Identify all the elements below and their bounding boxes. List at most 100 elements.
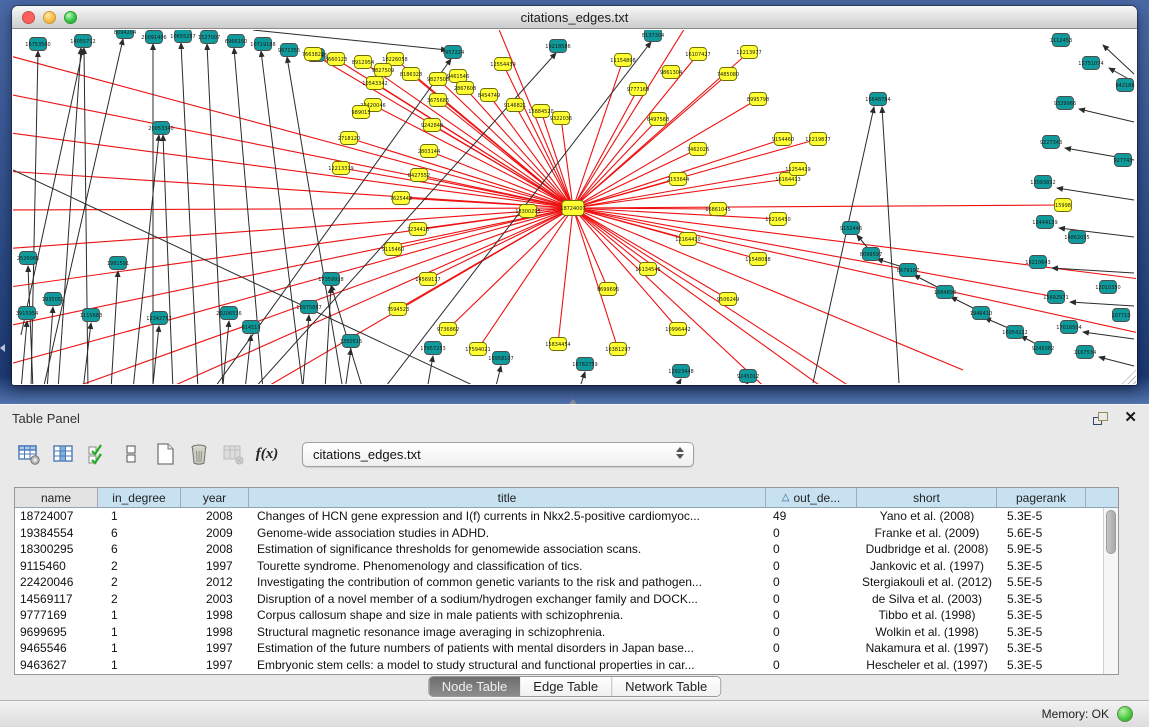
select-column-icon[interactable] bbox=[50, 441, 76, 467]
column-header-pagerank[interactable]: pagerank bbox=[997, 488, 1086, 507]
window-controls bbox=[22, 11, 77, 24]
red-edge bbox=[13, 50, 573, 208]
table-cell: 5.3E-5 bbox=[997, 657, 1086, 674]
minimize-window-icon[interactable] bbox=[43, 11, 56, 24]
black-edge bbox=[245, 335, 251, 384]
node-label: 16210643 bbox=[1025, 260, 1050, 266]
create-table-icon[interactable] bbox=[152, 441, 178, 467]
node-label: 7485080 bbox=[717, 72, 739, 78]
black-edge bbox=[223, 321, 229, 384]
table-row[interactable]: 1938455462009Genome-wide association stu… bbox=[15, 525, 1103, 542]
tab-edge-table[interactable]: Edge Table bbox=[520, 677, 611, 696]
table-row[interactable]: 1872400712008Changes of HCN gene express… bbox=[15, 508, 1103, 525]
black-edge bbox=[181, 43, 198, 384]
node-label: 1527007 bbox=[198, 35, 220, 41]
table-cell: 2009 bbox=[181, 525, 249, 542]
left-panel-splitter-arrow[interactable] bbox=[0, 344, 5, 352]
table-cell: 19384554 bbox=[15, 525, 98, 542]
node-label: 17957253 bbox=[420, 346, 445, 352]
vertical-scrollbar[interactable] bbox=[1103, 508, 1118, 674]
node-label: 7663822 bbox=[302, 52, 324, 58]
float-panel-icon[interactable] bbox=[1093, 412, 1108, 425]
node-label: 7234416 bbox=[407, 227, 429, 233]
node-label: 8427552 bbox=[408, 173, 430, 179]
tab-node-table[interactable]: Node Table bbox=[429, 677, 521, 696]
table-cell: Yano et al. (2008) bbox=[857, 508, 997, 525]
table-cell: Tourette syndrome. Phenomenology and cla… bbox=[249, 558, 766, 575]
node-label: 8099597 bbox=[860, 252, 882, 258]
node-label: 18300295 bbox=[515, 209, 540, 215]
node-label: 9242848 bbox=[421, 123, 443, 129]
node-label: 16782759 bbox=[572, 362, 597, 368]
table-row[interactable]: 2242004622012Investigating the contribut… bbox=[15, 574, 1103, 591]
table-cell: Dudbridge et al. (2008) bbox=[857, 541, 997, 558]
close-panel-icon[interactable]: ✕ bbox=[1124, 411, 1137, 425]
node-label: 16164413 bbox=[775, 177, 800, 183]
window-titlebar[interactable]: citations_edges.txt bbox=[12, 6, 1137, 29]
table-row[interactable]: 946554611997Estimation of the future num… bbox=[15, 640, 1103, 657]
column-header-in_degree[interactable]: in_degree bbox=[98, 488, 181, 507]
black-edge bbox=[742, 383, 748, 384]
table-cell: de Silva et al. (2003) bbox=[857, 591, 997, 608]
node-label: 12213977 bbox=[736, 50, 761, 56]
table-row[interactable]: 977716911998Corpus callosum shape and si… bbox=[15, 607, 1103, 624]
function-builder-icon[interactable]: f(x) bbox=[254, 441, 280, 467]
table-row[interactable]: 969969511998Structural magnetic resonanc… bbox=[15, 624, 1103, 641]
table-cell: 1 bbox=[98, 508, 181, 525]
zoom-window-icon[interactable] bbox=[64, 11, 77, 24]
node-label: 7594523 bbox=[387, 307, 409, 313]
node-label: 7957224 bbox=[442, 50, 464, 56]
table-select-dropdown[interactable]: citations_edges.txt bbox=[302, 442, 694, 467]
attribute-table-gear-icon[interactable] bbox=[16, 441, 42, 467]
column-header-title[interactable]: title bbox=[249, 488, 766, 507]
black-edge bbox=[1099, 357, 1134, 366]
node-label: 17359928 bbox=[318, 277, 343, 283]
red-edge bbox=[573, 208, 1056, 297]
table-row[interactable]: 946362711997Embryonic stem cells: a mode… bbox=[15, 657, 1103, 674]
close-window-icon[interactable] bbox=[22, 11, 35, 24]
table-panel-header: Table Panel ✕ bbox=[0, 405, 1149, 431]
table-cell: 2 bbox=[98, 591, 181, 608]
node-label: 8679197 bbox=[897, 268, 919, 274]
node-label: 942186 bbox=[1115, 83, 1134, 89]
table-row[interactable]: 1830029562008Estimation of significance … bbox=[15, 541, 1103, 558]
table-cell: Hescheler et al. (1997) bbox=[857, 657, 997, 674]
table-cell: 2012 bbox=[181, 574, 249, 591]
node-label: 2803144 bbox=[418, 149, 440, 155]
row-options-icon[interactable] bbox=[118, 441, 144, 467]
table-row[interactable]: 911546021997Tourette syndrome. Phenomeno… bbox=[15, 558, 1103, 575]
delete-table-icon[interactable] bbox=[186, 441, 212, 467]
table-cell: Corpus callosum shape and size in male p… bbox=[249, 607, 766, 624]
black-edge bbox=[47, 307, 53, 384]
table-select-value: citations_edges.txt bbox=[313, 447, 421, 462]
table-cell: 18724007 bbox=[15, 508, 98, 525]
column-header-out_de[interactable]: △out_de... bbox=[766, 488, 857, 507]
node-label: 14055712 bbox=[70, 39, 95, 45]
memory-ok-indicator-icon[interactable] bbox=[1117, 706, 1133, 722]
node-label: 11548088 bbox=[745, 257, 770, 263]
tab-network-table[interactable]: Network Table bbox=[611, 677, 720, 696]
red-edge bbox=[13, 170, 573, 208]
show-hide-columns-icon[interactable] bbox=[84, 441, 110, 467]
table-panel: Table Panel ✕ bbox=[0, 404, 1149, 700]
window-title: citations_edges.txt bbox=[521, 10, 629, 25]
node-label: 15834454 bbox=[545, 342, 570, 348]
node-label: 8912954 bbox=[352, 60, 374, 66]
node-label: 9827508 bbox=[427, 77, 449, 83]
table-cell: Estimation of significance thresholds fo… bbox=[249, 541, 766, 558]
scrollbar-thumb[interactable] bbox=[1106, 510, 1116, 554]
node-label: 1981591 bbox=[107, 261, 129, 267]
column-header-short[interactable]: short bbox=[857, 488, 997, 507]
red-edge bbox=[573, 208, 648, 269]
table-row[interactable]: 1456911722003Disruption of a novel membe… bbox=[15, 591, 1103, 608]
desktop-background: citations_edges.txt 16753560140557128094… bbox=[0, 0, 1149, 404]
table-cell: 0 bbox=[766, 558, 857, 575]
node-label: 12164410 bbox=[675, 237, 700, 243]
network-canvas[interactable]: 1675356014055712809420420091406106552871… bbox=[13, 30, 1136, 384]
column-header-name[interactable]: name bbox=[15, 488, 98, 507]
network-view-window[interactable]: citations_edges.txt 16753560140557128094… bbox=[12, 6, 1137, 385]
red-edge bbox=[558, 208, 573, 344]
citation-network-graph[interactable]: 1675356014055712809420420091406106552871… bbox=[13, 30, 1136, 384]
table-cell: 5.3E-5 bbox=[997, 607, 1086, 624]
column-header-year[interactable]: year bbox=[181, 488, 249, 507]
